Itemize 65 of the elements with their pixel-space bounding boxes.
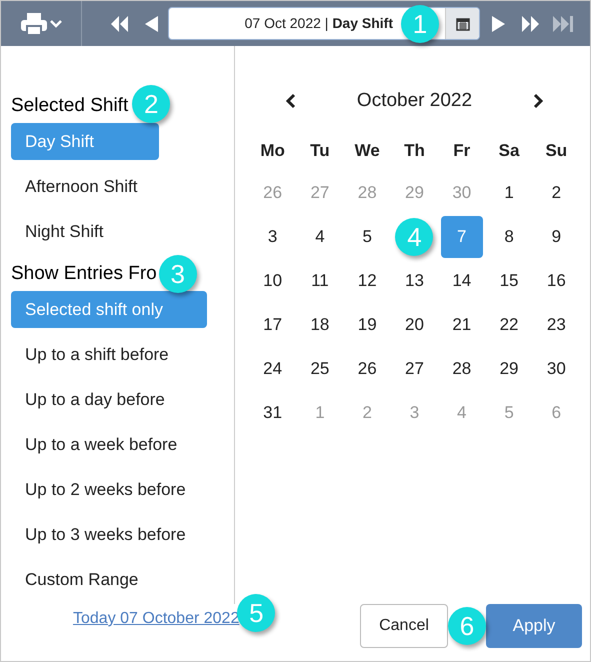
day-cell[interactable]: 22	[488, 304, 530, 346]
calendar-icon	[456, 16, 470, 30]
day-cell[interactable]: 21	[440, 304, 483, 346]
weekday-label: Su	[545, 140, 568, 162]
day-cell[interactable]: 18	[298, 304, 341, 346]
weekday-label: Th	[404, 140, 425, 162]
weekday-label: Mo	[260, 140, 285, 162]
section-heading: Selected Shift	[11, 94, 128, 118]
day-cell[interactable]: 10	[252, 260, 294, 302]
day-cell[interactable]: 30	[535, 348, 578, 390]
option-item[interactable]: Up to a shift before	[11, 336, 207, 373]
option-item[interactable]: Night Shift	[11, 213, 159, 250]
day-cell[interactable]: 29	[488, 348, 530, 390]
weekday-label: Fr	[453, 140, 470, 162]
previous-month-button[interactable]	[285, 93, 297, 109]
day-cell[interactable]: 16	[535, 260, 578, 302]
day-cell[interactable]: 20	[393, 304, 436, 346]
callout-badge: 1	[401, 4, 439, 42]
date-text: 07 Oct 2022 | Day Shift	[244, 14, 393, 33]
today-link[interactable]: Today 07 October 2022	[73, 607, 240, 631]
day-cell[interactable]: 25	[298, 348, 341, 390]
option-item[interactable]: Afternoon Shift	[11, 168, 159, 205]
callout-badge: 3	[158, 254, 197, 292]
date-field[interactable]: 07 Oct 2022 | Day Shift 1	[168, 7, 480, 40]
weekday-label: Tu	[310, 140, 330, 162]
weekday-label: Sa	[498, 140, 520, 162]
day-cell[interactable]: 5	[346, 216, 388, 258]
option-item[interactable]: Custom Range	[11, 561, 207, 598]
day-cell[interactable]: 9	[535, 216, 578, 258]
day-cell[interactable]: 12	[346, 260, 388, 302]
day-cell[interactable]: 8	[488, 216, 530, 258]
section-heading: Show Entries Fro	[11, 262, 157, 286]
day-cell[interactable]: 27	[393, 348, 436, 390]
callout-badge: 4	[395, 218, 434, 256]
day-cell[interactable]: 23	[535, 304, 578, 346]
day-cell[interactable]: 14	[440, 260, 483, 302]
caret-icon	[50, 20, 62, 28]
calendar-button[interactable]	[445, 8, 479, 39]
cancel-button[interactable]: Cancel	[360, 604, 448, 648]
day-cell[interactable]: 17	[252, 304, 294, 346]
weekday-label: We	[354, 140, 380, 162]
option-item[interactable]: Up to 3 weeks before	[11, 516, 207, 553]
day-cell[interactable]: 26	[346, 348, 388, 390]
day-cell[interactable]: 19	[346, 304, 388, 346]
day-cell[interactable]: 15	[488, 260, 530, 302]
option-item[interactable]: Up to 2 weeks before	[11, 471, 207, 508]
printer-icon	[20, 12, 48, 36]
month-title: October 2022	[356, 88, 472, 113]
day-cell[interactable]: 31	[252, 392, 294, 434]
day-cell[interactable]: 3	[252, 216, 294, 258]
callout-badge: 6	[448, 607, 486, 645]
callout-badge: 5	[237, 594, 276, 632]
option-item[interactable]: Up to a day before	[11, 381, 207, 418]
day-cell[interactable]: 13	[393, 260, 436, 302]
option-item[interactable]: Up to a week before	[11, 426, 207, 463]
next-month-button[interactable]	[532, 93, 544, 109]
callout-badge: 2	[132, 84, 170, 122]
day-cell[interactable]: 2	[535, 172, 578, 214]
day-cell[interactable]: 1	[488, 172, 530, 214]
apply-button[interactable]: Apply	[486, 604, 582, 648]
day-cell[interactable]: 28	[440, 348, 483, 390]
day-cell[interactable]: 24	[252, 348, 294, 390]
day-cell[interactable]: 4	[298, 216, 341, 258]
day-cell[interactable]: 11	[298, 260, 341, 302]
print-dropdown-button[interactable]	[20, 12, 62, 36]
